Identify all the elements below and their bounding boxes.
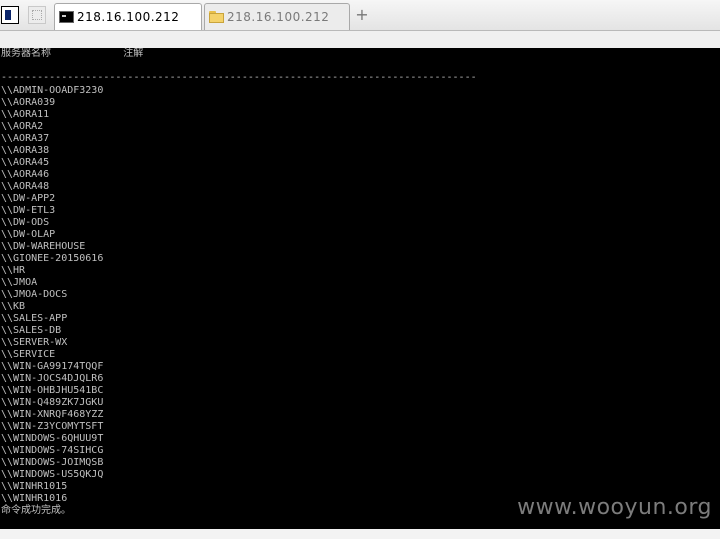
server-list-item: \\AORA37 <box>1 133 50 144</box>
server-list-item: \\DW-ETL3 <box>1 205 56 216</box>
server-list-item: \\WIN-OHBJHU541BC <box>1 385 104 396</box>
server-list-item: \\WINDOWS-JOIMQSB <box>1 457 104 468</box>
server-list-item: \\WINHR1016 <box>1 493 68 504</box>
tab-label: 218.16.100.212 <box>77 10 180 24</box>
server-list-item: \\SERVICE <box>1 349 56 360</box>
server-list-item: \\GIONEE-20150616 <box>1 253 104 264</box>
server-list-item: \\WINHR1015 <box>1 481 68 492</box>
server-list-item: \\DW-OLAP <box>1 229 56 240</box>
folder-icon <box>209 11 224 23</box>
server-list-item: \\AORA11 <box>1 109 50 120</box>
server-list-item: \\WINDOWS-US5QKJQ <box>1 469 104 480</box>
status-strip <box>0 529 720 539</box>
server-list-item: \\WINDOWS-6QHUU9T <box>1 433 104 444</box>
server-list-item: \\WINDOWS-74SIHCG <box>1 445 104 456</box>
server-list-item: \\AORA45 <box>1 157 50 168</box>
server-list-item: \\AORA48 <box>1 181 50 192</box>
server-list-item: \\ADMIN-OOADF3230 <box>1 85 104 96</box>
server-list-item: \\HR <box>1 265 26 276</box>
server-list-item: \\WIN-GA99174TQQF <box>1 361 104 372</box>
terminal-icon <box>59 11 74 23</box>
server-list-item: \\DW-WAREHOUSE <box>1 241 86 252</box>
server-list-item: \\AORA039 <box>1 97 56 108</box>
server-list-item: \\AORA38 <box>1 145 50 156</box>
server-list-item: \\SALES-APP <box>1 313 68 324</box>
session-list-button[interactable] <box>28 6 46 24</box>
server-list-item: \\WIN-Q489ZK7JGKU <box>1 397 104 408</box>
tab-label: 218.16.100.212 <box>227 10 330 24</box>
server-list-item: \\DW-APP2 <box>1 193 56 204</box>
server-list-item: \\WIN-Z3YCOMYTSFT <box>1 421 104 432</box>
server-list-item: \\WIN-JOCS4DJQLR6 <box>1 373 104 384</box>
watermark-text: www.wooyun.org <box>517 495 712 520</box>
server-list-item: \\AORA2 <box>1 121 44 132</box>
server-list-item: \\DW-ODS <box>1 217 50 228</box>
tab-terminal-session[interactable]: 218.16.100.212 <box>54 3 202 30</box>
terminal-header-line: 服务器名称 注解 <box>1 48 144 59</box>
server-list-item: \\JMOA <box>1 277 38 288</box>
terminal-separator-line: ----------------------------------------… <box>1 72 477 83</box>
tab-file-session[interactable]: 218.16.100.212 <box>204 3 350 30</box>
session-toggle-button[interactable] <box>1 6 19 24</box>
server-list-item: \\AORA46 <box>1 169 50 180</box>
server-list-item: \\JMOA-DOCS <box>1 289 68 300</box>
terminal-status-line: 命令成功完成。 <box>1 505 71 516</box>
terminal-output[interactable]: 服务器名称 注解 --------------------------------… <box>0 48 720 529</box>
new-tab-button[interactable]: + <box>354 5 370 25</box>
server-list-item: \\SERVER-WX <box>1 337 68 348</box>
server-list-item: \\WIN-XNRQF468YZZ <box>1 409 104 420</box>
tab-bar: 218.16.100.212 218.16.100.212 + <box>0 0 720 31</box>
server-list-item: \\SALES-DB <box>1 325 62 336</box>
server-list-item: \\KB <box>1 301 26 312</box>
